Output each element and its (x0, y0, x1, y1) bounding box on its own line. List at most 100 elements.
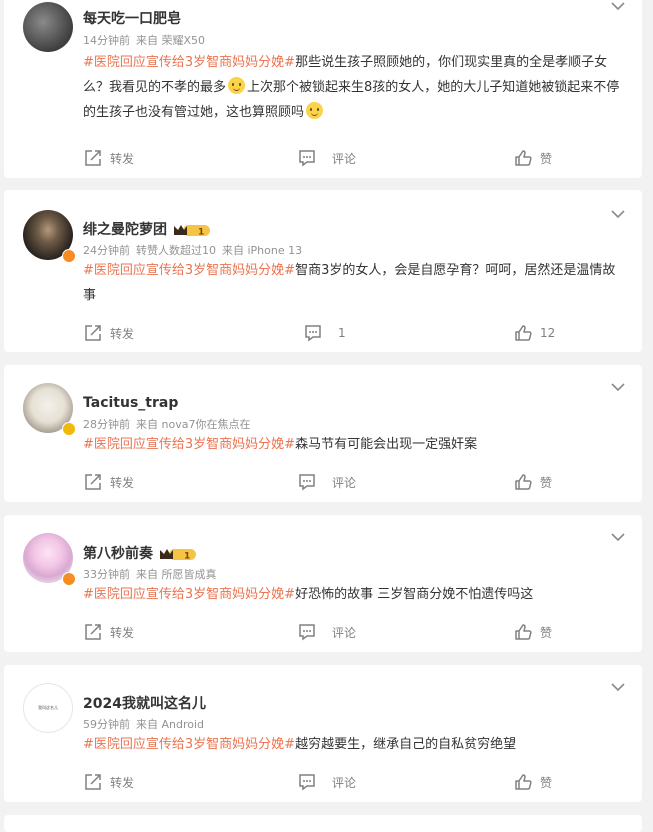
verified-badge (62, 572, 76, 586)
comment-button[interactable]: 评论 (298, 772, 356, 792)
verified-badge (62, 422, 76, 436)
repost-icon (85, 325, 101, 341)
comment-label: 评论 (332, 151, 357, 166)
like-label: 赞 (540, 475, 553, 490)
post-meta: 33分钟前 来自 所愿皆成真 (83, 566, 223, 582)
user-name[interactable]: 每天吃一口肥皂 (83, 8, 181, 28)
comment-button[interactable]: 评论 (298, 472, 356, 492)
repost-button[interactable]: 转发 (84, 472, 134, 492)
post-source: 来自 所愿皆成真 (136, 568, 217, 581)
post-source: 来自 Android (136, 718, 205, 731)
vip-level: 1 (184, 551, 190, 561)
thumbs-up-icon (515, 774, 532, 790)
topic-link[interactable]: #医院回应宣传给3岁智商妈妈分娩# (83, 55, 295, 70)
comment-count: 1 (338, 326, 346, 340)
repost-count-note: 转赞人数超过10 (136, 244, 216, 257)
comment-icon (305, 325, 321, 342)
user-name[interactable]: Tacitus_trap (83, 395, 178, 411)
post-card: 每天吃一口肥皂 14分钟前 来自 荣耀X50 #医院回应宣传给3岁智商妈妈分娩#那… (4, 0, 642, 178)
repost-label: 转发 (110, 326, 135, 341)
action-bar: 转发 评论 赞 (4, 772, 642, 792)
post-time[interactable]: 59分钟前 (83, 718, 130, 731)
chevron-down-icon[interactable] (610, 531, 626, 543)
repost-label: 转发 (110, 151, 135, 166)
like-label: 赞 (540, 775, 553, 790)
post-text: #医院回应宣传给3岁智商妈妈分娩#那些说生孩子照顾她的，你们现实里真的全是孝顺子… (83, 50, 628, 125)
post-text: #医院回应宣传给3岁智商妈妈分娩#越穷越要生，继承自己的自私贫穷绝望 (83, 732, 628, 757)
comment-label: 评论 (332, 775, 357, 790)
comment-button[interactable]: 评论 (298, 148, 356, 168)
post-text: #医院回应宣传给3岁智商妈妈分娩#好恐怖的故事 三岁智商分娩不怕遗传吗这 (83, 582, 628, 607)
post-time[interactable]: 33分钟前 (83, 568, 130, 581)
post-card: 绯之曼陀萝团 1 24分钟前 转赞人数超过10 来自 iPhone 13 #医院回应宣… (4, 190, 642, 352)
vip-crown-icon: 1 (160, 548, 196, 561)
post-time[interactable]: 14分钟前 (83, 34, 130, 47)
repost-button[interactable]: 转发 (84, 622, 134, 642)
post-text: #医院回应宣传给3岁智商妈妈分娩#智商3岁的女人，会是自愿孕育？呵呵，居然还是温… (83, 258, 628, 308)
verified-badge (62, 249, 76, 263)
like-button[interactable]: 赞 (514, 148, 552, 168)
post-card: Tacitus_trap 28分钟前 来自 nova7你在焦点在 #医院回应宣传给… (4, 365, 642, 502)
post-body: 森马节有可能会出现一定强奸案 (295, 437, 478, 452)
comment-icon (299, 474, 315, 491)
chevron-down-icon[interactable] (610, 381, 626, 393)
chevron-down-icon[interactable] (610, 208, 626, 220)
post-card-partial (4, 815, 642, 832)
like-count: 12 (540, 326, 556, 340)
like-button[interactable]: 赞 (514, 622, 552, 642)
repost-button[interactable]: 转发 (84, 772, 134, 792)
post-source: 来自 荣耀X50 (136, 34, 206, 47)
action-bar: 转发 评论 赞 (4, 148, 642, 168)
chevron-down-icon[interactable] (610, 0, 626, 12)
like-button[interactable]: 赞 (514, 772, 552, 792)
like-label: 赞 (540, 151, 553, 166)
repost-button[interactable]: 转发 (84, 148, 134, 168)
post-source: 来自 nova7你在焦点在 (136, 418, 251, 431)
smile-emoji-icon (228, 77, 246, 94)
post-meta: 59分钟前 来自 Android (83, 716, 210, 732)
post-meta: 28分钟前 来自 nova7你在焦点在 (83, 416, 256, 432)
post-body: 越穷越要生，继承自己的自私贫穷绝望 (295, 737, 517, 752)
like-label: 赞 (540, 625, 553, 640)
comment-button[interactable]: 1 (304, 323, 346, 343)
topic-link[interactable]: #医院回应宣传给3岁智商妈妈分娩# (83, 737, 295, 752)
post-text: #医院回应宣传给3岁智商妈妈分娩#森马节有可能会出现一定强奸案 (83, 432, 628, 457)
action-bar: 转发 评论 赞 (4, 622, 642, 642)
action-bar: 转发 评论 赞 (4, 472, 642, 492)
avatar[interactable]: 我叫这名儿 (23, 683, 73, 733)
like-button[interactable]: 12 (514, 323, 555, 343)
user-name[interactable]: 2024我就叫这名儿 (83, 693, 206, 713)
weibo-comment-feed: 每天吃一口肥皂 14分钟前 来自 荣耀X50 #医院回应宣传给3岁智商妈妈分娩#那… (0, 0, 653, 832)
user-name-text: 绯之曼陀萝团 (83, 222, 167, 238)
like-button[interactable]: 赞 (514, 472, 552, 492)
comment-icon (299, 150, 315, 167)
user-name[interactable]: 绯之曼陀萝团 1 (83, 219, 211, 239)
thumbs-up-icon (515, 474, 532, 490)
chevron-down-icon[interactable] (610, 681, 626, 693)
topic-link[interactable]: #医院回应宣传给3岁智商妈妈分娩# (83, 587, 295, 602)
post-source: 来自 iPhone 13 (222, 244, 303, 257)
repost-icon (85, 624, 101, 640)
post-time[interactable]: 28分钟前 (83, 418, 130, 431)
avatar[interactable] (23, 2, 73, 52)
comment-button[interactable]: 评论 (298, 622, 356, 642)
user-name[interactable]: 第八秒前奏 1 (83, 543, 197, 563)
thumbs-up-icon (515, 624, 532, 640)
topic-link[interactable]: #医院回应宣传给3岁智商妈妈分娩# (83, 437, 295, 452)
action-bar: 转发 1 12 (4, 323, 642, 343)
comment-label: 评论 (332, 475, 357, 490)
post-meta: 14分钟前 来自 荣耀X50 (83, 32, 211, 48)
post-card: 第八秒前奏 1 33分钟前 来自 所愿皆成真 #医院回应宣传给3岁智商妈妈分娩#好恐… (4, 515, 642, 652)
comment-label: 评论 (332, 625, 357, 640)
user-name-text: 第八秒前奏 (83, 546, 153, 562)
vip-crown-icon: 1 (174, 224, 210, 237)
repost-label: 转发 (110, 775, 135, 790)
post-time[interactable]: 24分钟前 (83, 244, 130, 257)
avatar-text: 我叫这名儿 (38, 705, 58, 710)
post-body: 好恐怖的故事 三岁智商分娩不怕遗传吗这 (295, 587, 534, 602)
smile-emoji-icon (306, 102, 324, 119)
topic-link[interactable]: #医院回应宣传给3岁智商妈妈分娩# (83, 263, 295, 278)
thumbs-up-icon (515, 325, 532, 341)
post-meta: 24分钟前 转赞人数超过10 来自 iPhone 13 (83, 242, 308, 258)
repost-button[interactable]: 转发 (84, 323, 134, 343)
